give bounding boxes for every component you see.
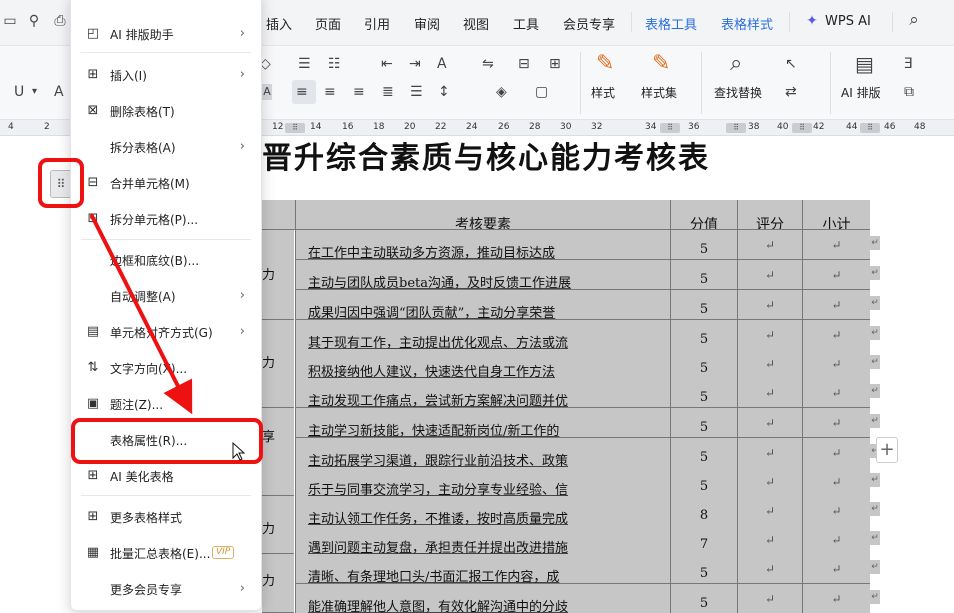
mouse-cursor-icon [232, 442, 246, 461]
annotation-arrow [90, 214, 193, 415]
